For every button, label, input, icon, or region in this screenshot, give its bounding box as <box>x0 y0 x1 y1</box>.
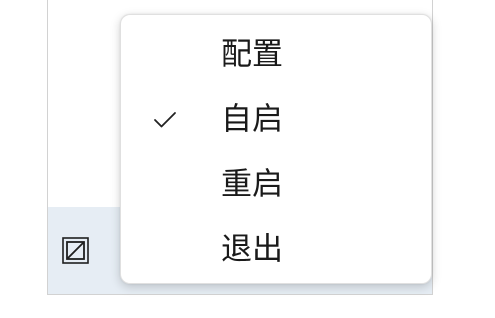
menu-item-config[interactable]: 配置 <box>121 27 431 83</box>
menu-item-restart[interactable]: 重启 <box>121 157 431 213</box>
menu-item-autostart[interactable]: 自启 <box>121 92 431 148</box>
menu-item-config-label: 配置 <box>221 36 283 73</box>
screen: 配置 自启 重启 退出 <box>0 0 495 318</box>
menu-item-exit[interactable]: 退出 <box>121 222 431 278</box>
check-icon <box>154 112 176 128</box>
menu-item-exit-label: 退出 <box>221 231 283 268</box>
tray-context-menu: 配置 自启 重启 退出 <box>120 14 432 284</box>
menu-item-autostart-label: 自启 <box>221 101 283 138</box>
menu-item-restart-label: 重启 <box>221 166 283 203</box>
tray-app-icon[interactable] <box>62 237 89 264</box>
